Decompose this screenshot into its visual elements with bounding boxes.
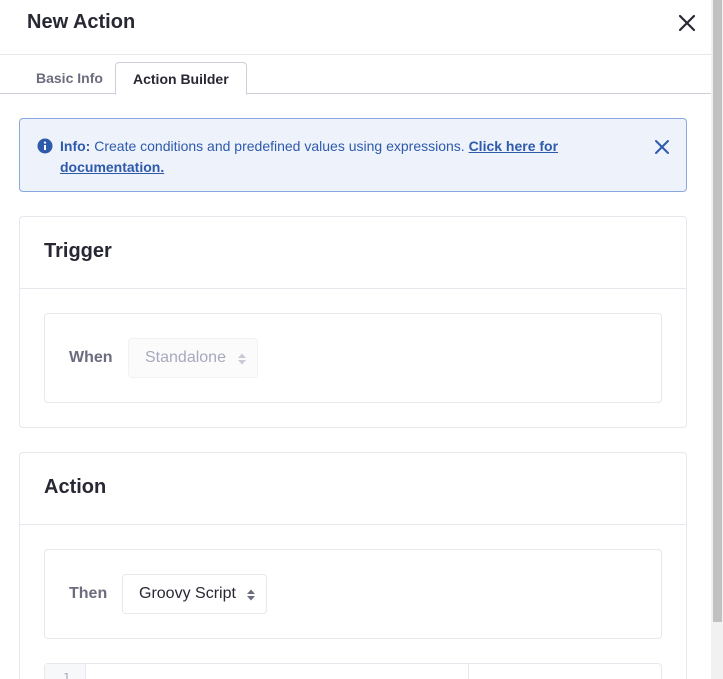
alert-message: Info: Create conditions and predefined v…	[60, 136, 580, 178]
trigger-panel: When Standalone	[44, 313, 662, 403]
new-action-modal: New Action Basic Info Action Builder Inf…	[0, 0, 711, 679]
action-title: Action	[44, 476, 107, 498]
trigger-section: Trigger When Standalone	[19, 216, 687, 428]
line-number: 1	[63, 671, 71, 679]
groovy-code-editor[interactable]: 1	[44, 663, 662, 679]
scrollbar-thumb[interactable]	[713, 0, 722, 622]
modal-title: New Action	[27, 11, 136, 33]
trigger-select: Standalone	[128, 338, 258, 378]
trigger-title: Trigger	[44, 240, 112, 262]
close-modal-button[interactable]	[676, 12, 698, 34]
then-label: Then	[69, 585, 108, 602]
close-icon	[678, 14, 696, 32]
alert-body: Create conditions and predefined values …	[90, 138, 469, 154]
action-header: Action	[20, 453, 686, 525]
select-caret-icon	[238, 353, 246, 365]
tab-bar: Basic Info Action Builder	[0, 62, 711, 95]
editor-divider	[468, 664, 469, 679]
tab-action-builder[interactable]: Action Builder	[115, 62, 247, 95]
modal-header: New Action	[0, 0, 711, 55]
action-type-select[interactable]: Groovy Script	[122, 574, 267, 614]
info-circle-icon	[37, 138, 53, 154]
action-panel: Then Groovy Script	[44, 549, 662, 639]
action-select-value: Groovy Script	[139, 585, 236, 602]
trigger-header: Trigger	[20, 217, 686, 289]
close-icon	[655, 140, 669, 154]
alert-lead: Info:	[60, 138, 91, 154]
info-alert: Info: Create conditions and predefined v…	[19, 118, 687, 192]
editor-gutter: 1	[45, 664, 86, 679]
trigger-select-value: Standalone	[145, 349, 226, 366]
when-label: When	[69, 349, 113, 366]
select-caret-icon	[247, 589, 255, 601]
tab-basic-info[interactable]: Basic Info	[19, 62, 120, 94]
dismiss-alert-button[interactable]	[653, 138, 671, 156]
action-section: Action Then Groovy Script	[19, 452, 687, 679]
